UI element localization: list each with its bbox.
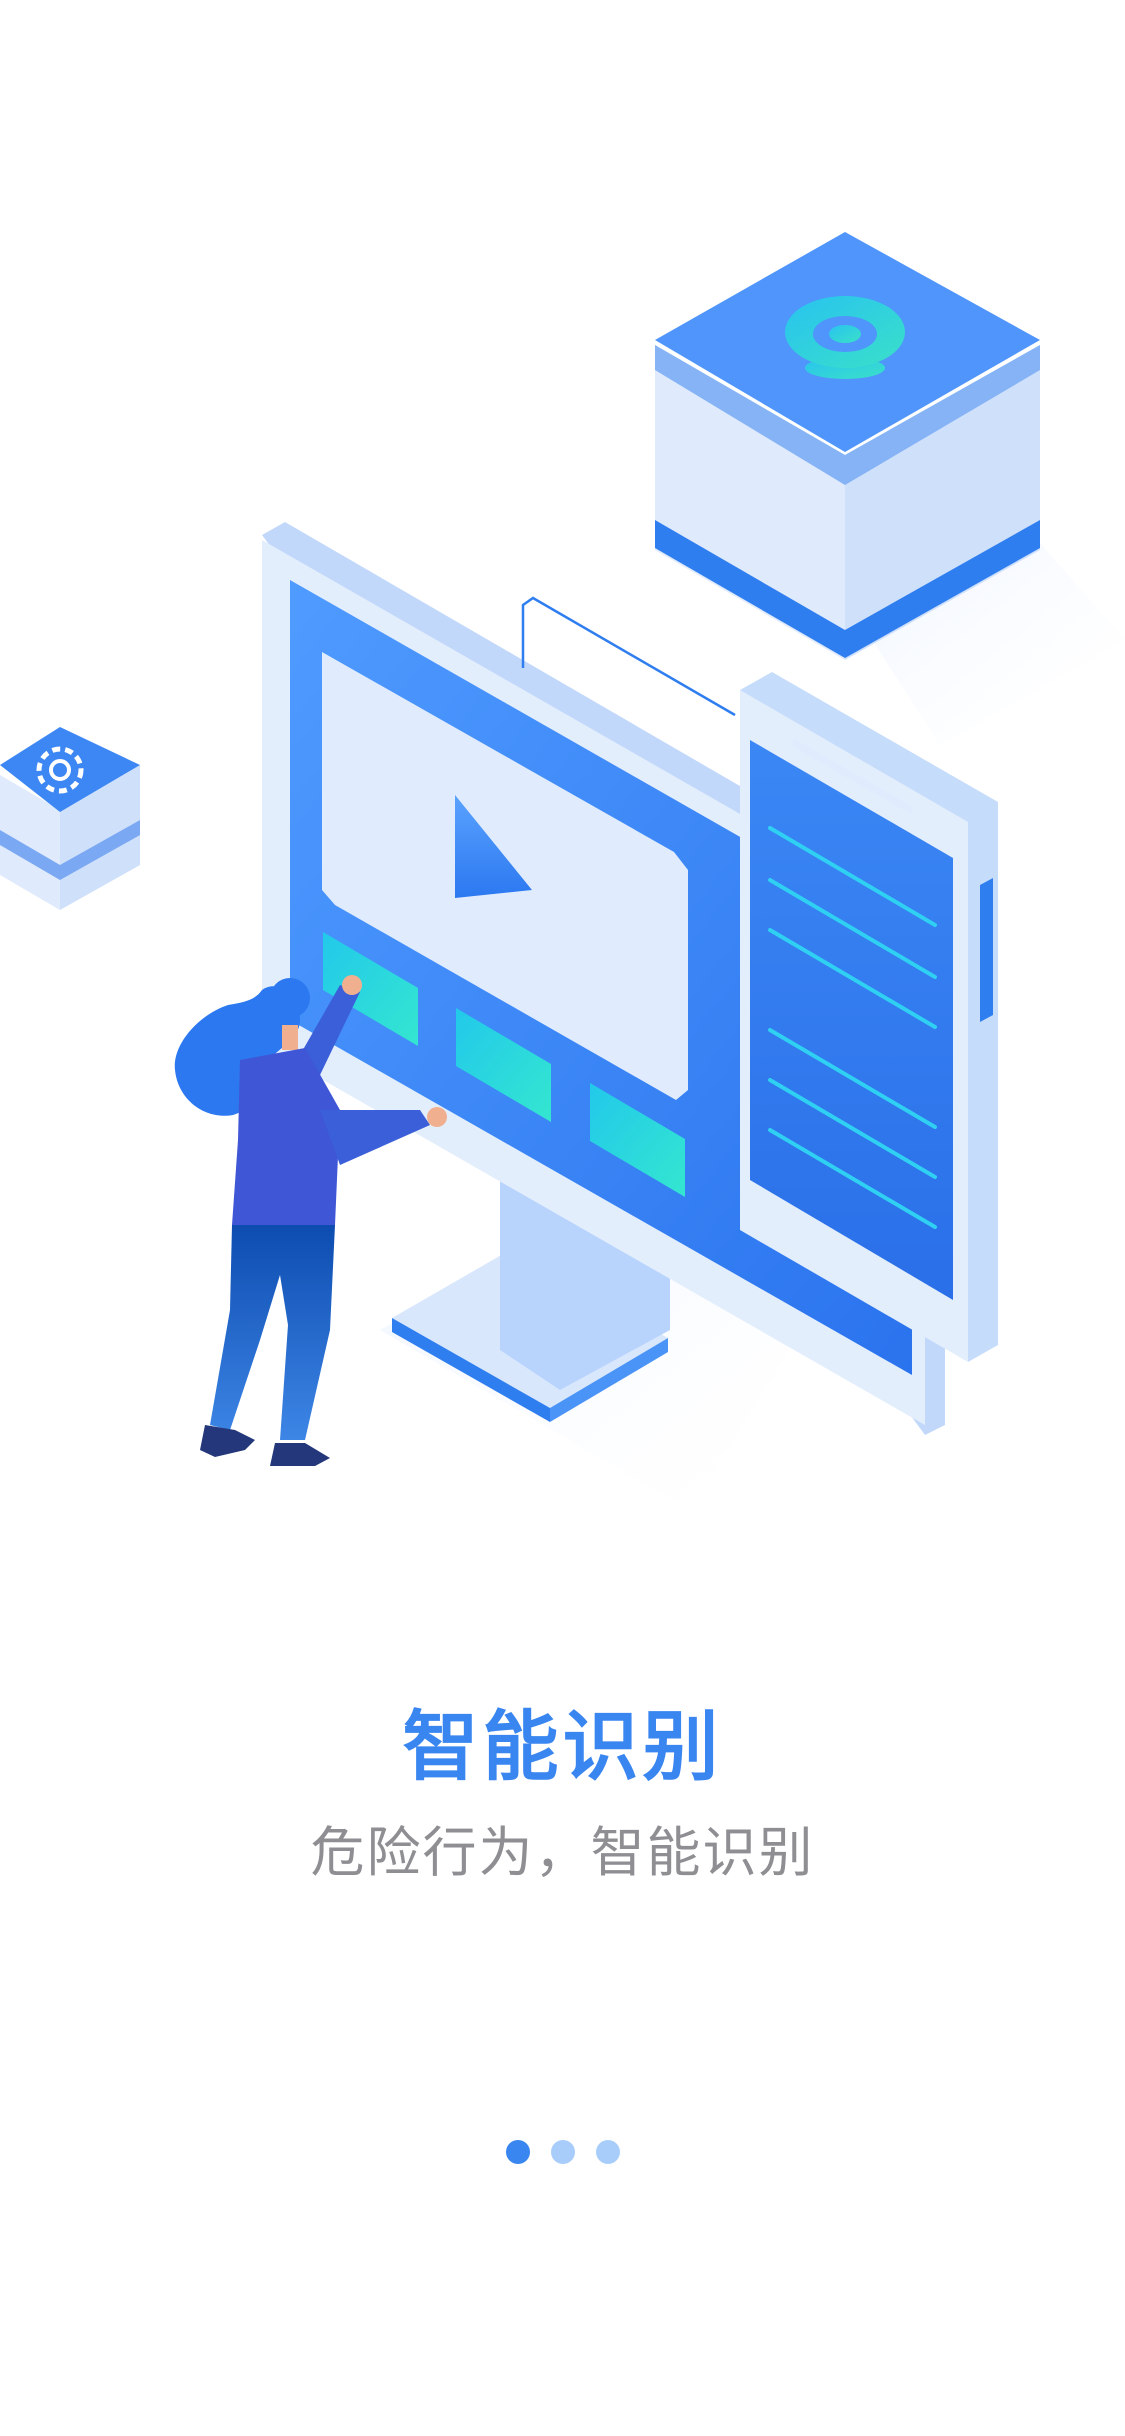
page-dot-2[interactable] xyxy=(550,2140,575,2164)
gear-box xyxy=(0,727,140,910)
page-dot-1[interactable] xyxy=(505,2140,530,2164)
page-dot-3[interactable] xyxy=(595,2140,620,2164)
page-subtitle: 危险行为，智能识别 xyxy=(310,1821,815,1884)
page-title: 智能识别 xyxy=(402,1702,723,1791)
onboarding-illustration xyxy=(0,232,1125,1510)
page-indicator xyxy=(0,2140,1125,2164)
